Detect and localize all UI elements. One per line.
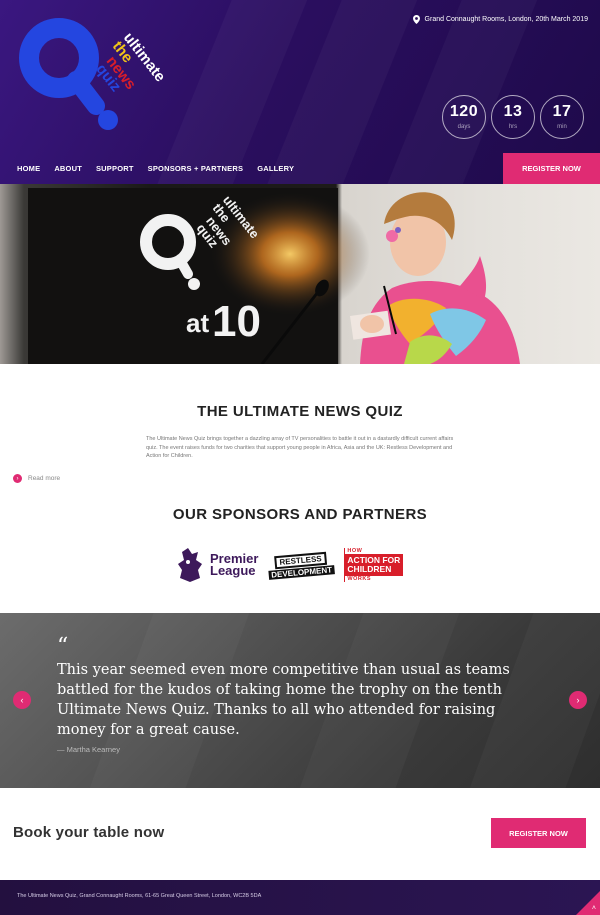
afc-line2: CHILDREN [347,564,392,574]
read-more-link[interactable]: › Read more [13,474,60,483]
countdown-unit: days [457,124,471,130]
site-logo[interactable]: the ultimate news quiz [14,18,189,138]
testimonial-author: — Martha Kearney [57,745,120,754]
afc-bottom: WORKS [344,576,371,582]
quote-icon: “ [57,634,69,659]
hero-sign-at: at [186,308,209,338]
nav-item-about[interactable]: ABOUT [54,164,82,173]
nav-item-support[interactable]: SUPPORT [96,164,134,173]
chevron-left-icon: ‹ [20,695,24,705]
site-header: the ultimate news quiz Grand Connaught R… [0,0,600,184]
nav-item-gallery[interactable]: GALLERY [257,164,294,173]
chevron-up-icon: ˄ [591,905,596,912]
premier-league-line2: League [210,563,256,578]
footer-address: The Ultimate News Quiz, Grand Connaught … [17,893,262,899]
hero-photo: the ultimate news quiz at 10 [28,188,520,364]
book-table-heading: Book your table now [13,824,165,841]
lion-icon [178,548,202,582]
sponsor-logos: Premier League RESTLESS DEVELOPMENT HOW … [176,547,404,582]
countdown-value: 17 [552,103,572,120]
main-nav: HOME ABOUT SUPPORT SPONSORS + PARTNERS G… [17,164,294,173]
back-to-top-button[interactable]: ˄ [576,891,600,915]
slider-next-button[interactable]: › [569,691,587,709]
countdown-unit: min [557,124,567,130]
slider-prev-button[interactable]: ‹ [13,691,31,709]
nav-item-sponsors-partners[interactable]: SPONSORS + PARTNERS [148,164,244,173]
register-now-button[interactable]: REGISTER NOW [503,153,600,184]
intro-paragraph: The Ultimate News Quiz brings together a… [146,436,454,459]
testimonial-quote: This year seemed even more competitive t… [57,662,510,738]
countdown-hours: 13 hrs [491,95,535,139]
read-more-label: Read more [28,475,61,482]
event-location: Grand Connaught Rooms, London, 20th Marc… [412,15,588,24]
action-for-children-logo[interactable]: HOW ACTION FOR CHILDREN WORKS [344,548,404,582]
countdown-unit: hrs [508,124,518,130]
hero-image: the ultimate news quiz at 10 [0,184,600,364]
countdown-days: 120 days [442,95,486,139]
site-footer: The Ultimate News Quiz, Grand Connaught … [0,880,600,915]
restless-development-logo[interactable]: RESTLESS DEVELOPMENT [268,547,336,582]
intro-title: THE ULTIMATE NEWS QUIZ [197,403,403,420]
premier-league-logo[interactable]: Premier League [176,548,258,582]
sponsors-title: OUR SPONSORS AND PARTNERS [172,506,428,523]
nav-item-home[interactable]: HOME [17,164,40,173]
register-now-button-bottom[interactable]: REGISTER NOW [491,818,586,848]
location-pin-icon [412,15,420,24]
countdown-minutes: 17 min [540,95,584,139]
location-text: Grand Connaught Rooms, London, 20th Marc… [424,16,588,23]
chevron-right-icon: › [576,695,580,705]
chevron-right-icon: › [13,474,22,483]
countdown-timer: 120 days 13 hrs 17 min [442,95,584,139]
countdown-value: 13 [503,103,523,120]
hero-sign-10: 10 [212,297,261,346]
countdown-value: 120 [449,103,479,120]
